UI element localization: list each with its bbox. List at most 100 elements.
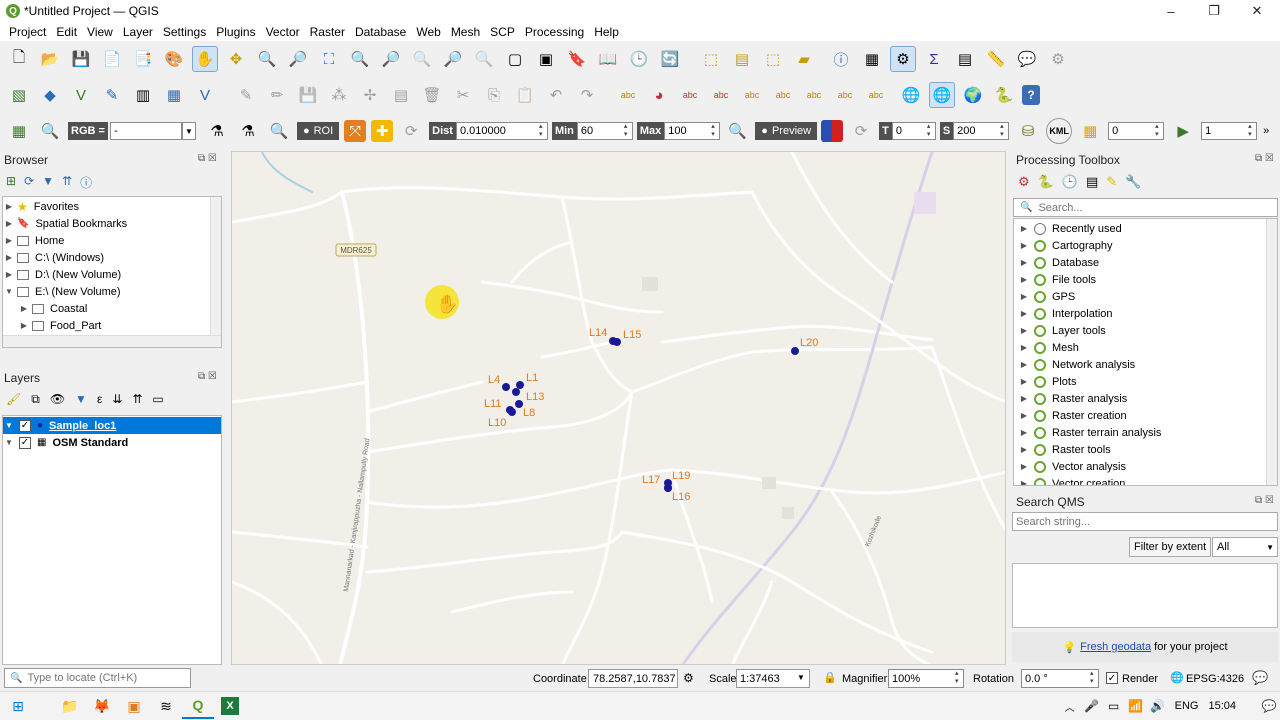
sample-point-marker[interactable]	[791, 347, 799, 355]
diagram-icon[interactable]: ◕	[646, 82, 672, 108]
sample-point-marker[interactable]	[516, 381, 524, 389]
new-map-view-icon[interactable]: ▢	[502, 46, 528, 72]
sample-point-marker[interactable]	[664, 484, 672, 492]
scp-remove-temp-icon[interactable]: ⛁	[1015, 118, 1041, 144]
copy-features-icon[interactable]: ⎘	[481, 82, 507, 108]
chevron-right-icon[interactable]: ▶	[1018, 309, 1030, 318]
file-explorer-icon[interactable]: 📁	[54, 693, 86, 719]
language-indicator[interactable]: ENG	[1175, 700, 1199, 712]
locator-input[interactable]	[27, 672, 188, 684]
style-manager-icon[interactable]: 🎨	[161, 46, 187, 72]
menu-processing[interactable]: Processing	[520, 25, 589, 39]
show-bookmarks-icon[interactable]: 📖	[595, 46, 621, 72]
fresh-geodata-link[interactable]: Fresh geodata	[1080, 641, 1151, 653]
chevron-right-icon[interactable]: ▶	[1018, 445, 1030, 454]
kml-label-badge[interactable]: KML	[1046, 118, 1073, 144]
edit-features-in-place-icon[interactable]: ✎	[1106, 174, 1117, 190]
add-wms-icon[interactable]: ▥	[130, 82, 156, 108]
save-edits-icon[interactable]: 💾	[295, 82, 321, 108]
menu-settings[interactable]: Settings	[158, 25, 211, 39]
quickmapservices-icon[interactable]: 🌍	[960, 82, 986, 108]
globe-search-icon[interactable]: 🌐	[929, 82, 955, 108]
battery-icon[interactable]: ▭	[1103, 693, 1125, 719]
zoom-in-icon[interactable]: 🔍	[254, 46, 280, 72]
menu-scp[interactable]: SCP	[485, 25, 520, 39]
chevron-right-icon[interactable]: ▶	[1018, 224, 1030, 233]
chevron-right-icon[interactable]: ▶	[1018, 394, 1030, 403]
zoom-native-icon[interactable]: 🔍	[409, 46, 435, 72]
toolbox-provider-item[interactable]: ▶ Raster tools	[1014, 441, 1277, 458]
toolbox-provider-item[interactable]: ▶ Layer tools	[1014, 322, 1277, 339]
toolbox-provider-item[interactable]: ▶ Database	[1014, 254, 1277, 271]
qms-panel-buttons[interactable]: ⧉ ☒	[1255, 495, 1274, 506]
band-set2-spinbox[interactable]: 1	[1201, 122, 1258, 140]
new-print-layout-icon[interactable]: 📄	[99, 46, 125, 72]
chevron-right-icon[interactable]: ▶	[1018, 411, 1030, 420]
scripts-python-icon[interactable]: 🐍	[1038, 174, 1054, 190]
browser-item[interactable]: ▶ 🔖 Spatial Bookmarks	[3, 215, 221, 232]
new-bookmark-icon[interactable]: 🔖	[564, 46, 590, 72]
filter-legend-icon[interactable]: ▼	[75, 392, 87, 407]
browser-vscrollbar[interactable]	[210, 197, 221, 335]
chevron-right-icon[interactable]: ▶	[1018, 275, 1030, 284]
browser-refresh-icon[interactable]: ⟳	[24, 174, 34, 191]
manage-themes-icon[interactable]: 👁	[50, 392, 65, 407]
pan-to-selection-icon[interactable]: ✥	[223, 46, 249, 72]
map-canvas[interactable]: MDR625 Mannanarkad - Kanjirappuzha - Nal…	[231, 151, 1006, 665]
chevron-right-icon[interactable]: ▶	[18, 304, 30, 313]
attribute-table-icon[interactable]: ▦	[859, 46, 885, 72]
scp-redo-preview-icon[interactable]: ⟳	[848, 118, 874, 144]
cut-features-icon[interactable]: ✂	[450, 82, 476, 108]
toolbox-tree[interactable]: ▶ Recently used ▶ Cartography ▶ Database ▶ File…	[1013, 218, 1278, 486]
highlight-labels-icon[interactable]: abc	[677, 82, 703, 108]
crs-label[interactable]: EPSG:4326	[1186, 673, 1244, 685]
close-button[interactable]: ✕	[1235, 0, 1279, 22]
select-features-icon[interactable]: ⬚	[698, 46, 724, 72]
change-label-icon[interactable]: abc	[832, 82, 858, 108]
browser-item[interactable]: ▶ Food_Part	[3, 317, 221, 334]
new-project-icon[interactable]: 🗋	[6, 46, 32, 72]
messages-icon[interactable]: 💬	[1252, 670, 1268, 686]
zoom-next-icon[interactable]: 🔍	[471, 46, 497, 72]
chevron-down-icon[interactable]: ▼	[3, 438, 15, 447]
help-icon[interactable]: ?	[1022, 85, 1040, 105]
chevron-right-icon[interactable]: ▶	[3, 202, 15, 211]
max-spinbox[interactable]: 100	[664, 122, 721, 140]
wifi-icon[interactable]: 📶	[1125, 693, 1147, 719]
lock-scale-icon[interactable]: 🔒	[823, 671, 837, 684]
chevron-right-icon[interactable]: ▶	[1018, 462, 1030, 471]
chevron-right-icon[interactable]: ▶	[3, 253, 15, 262]
menu-vector[interactable]: Vector	[261, 25, 305, 39]
python-console-icon[interactable]: 🐍	[991, 82, 1017, 108]
layers-panel-buttons[interactable]: ⧉ ☒	[198, 371, 217, 382]
toolbox-provider-item[interactable]: ▶ Raster creation	[1014, 407, 1277, 424]
add-vector-layer-icon[interactable]: ◆	[37, 82, 63, 108]
properties-info-icon[interactable]: ⓘ	[80, 174, 92, 191]
sample-point-marker[interactable]	[515, 400, 523, 408]
toolbox-provider-item[interactable]: ▶ Network analysis	[1014, 356, 1277, 373]
collapse-all-icon[interactable]: ⇈	[62, 174, 72, 191]
zoom-layer-icon[interactable]: 🔎	[378, 46, 404, 72]
chevron-right-icon[interactable]: ▶	[1018, 428, 1030, 437]
open-field-calculator-icon[interactable]: ▤	[952, 46, 978, 72]
clock[interactable]: 15:04	[1208, 700, 1236, 712]
scp-zoom-icon[interactable]: 🔍	[37, 118, 63, 144]
history-icon[interactable]: 🕒	[1062, 174, 1078, 190]
microphone-icon[interactable]: 🎤	[1081, 693, 1103, 719]
crs-globe-icon[interactable]: 🌐	[1170, 671, 1184, 684]
save-project-icon[interactable]: 💾	[68, 46, 94, 72]
filter-expression-icon[interactable]: ε	[97, 392, 102, 407]
rotate-label-icon[interactable]: abc	[801, 82, 827, 108]
models-icon[interactable]: ⚙	[1018, 174, 1030, 190]
chevron-right-icon[interactable]: ▶	[18, 321, 30, 330]
layer-row[interactable]: ▼ ✓ ● Sample_loc1	[3, 417, 221, 434]
add-mesh-icon[interactable]: ▦	[161, 82, 187, 108]
menu-layer[interactable]: Layer	[118, 25, 158, 39]
deselect-all-icon[interactable]: ⬚	[760, 46, 786, 72]
browser-item[interactable]: ▶ ★ Favorites	[3, 198, 221, 215]
redo-icon[interactable]: ↷	[574, 82, 600, 108]
filter-browser-icon[interactable]: ▼	[42, 174, 54, 191]
scp-local-cumulative-icon[interactable]: ⚗	[235, 118, 261, 144]
browser-hscrollbar[interactable]	[3, 335, 221, 347]
layers-tree[interactable]: ▼ ✓ ● Sample_loc1 ▼ ✓ ▦ OSM Standard	[2, 415, 222, 665]
